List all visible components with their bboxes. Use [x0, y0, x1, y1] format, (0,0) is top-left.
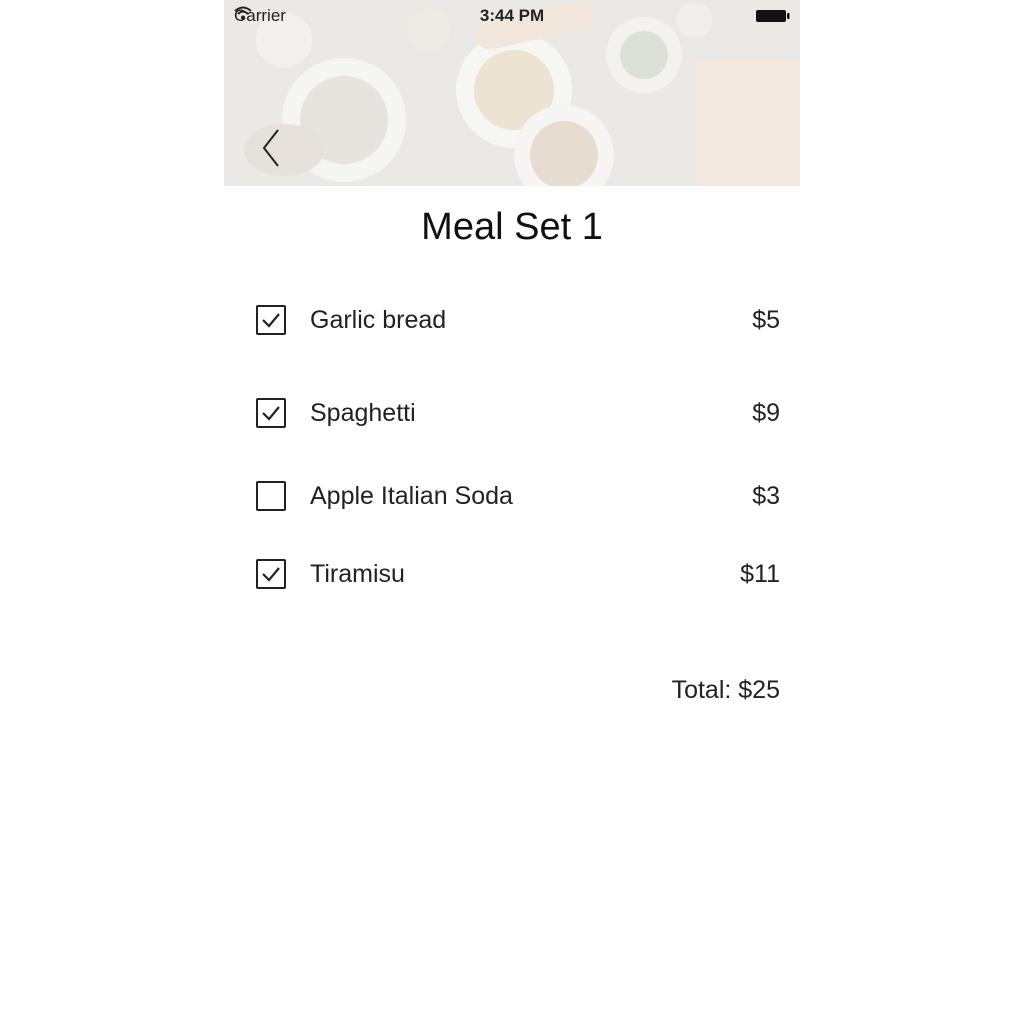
item-price: $5 — [752, 306, 780, 334]
item-checkbox[interactable] — [256, 559, 286, 589]
chevron-left-icon — [262, 129, 279, 167]
header-food-image: Carrier 3:44 PM — [224, 0, 800, 186]
item-name: Tiramisu — [310, 560, 405, 588]
battery-icon — [756, 9, 790, 23]
checkmark-icon — [262, 406, 280, 421]
menu-item-spaghetti[interactable]: Spaghetti $9 — [256, 395, 780, 435]
order-total: Total: $25 — [671, 676, 780, 704]
item-name: Garlic bread — [310, 306, 447, 334]
menu-item-tiramisu[interactable]: Tiramisu $11 — [256, 556, 780, 596]
item-price: $3 — [752, 482, 780, 510]
back-button[interactable] — [256, 126, 286, 170]
app-screen: Carrier 3:44 PM Meal Set 1 Garlic bread … — [224, 0, 800, 1024]
item-checkbox[interactable] — [256, 481, 286, 511]
item-price: $11 — [740, 560, 780, 588]
page-title: Meal Set 1 — [421, 206, 603, 248]
item-price: $9 — [752, 399, 780, 427]
menu-item-apple-italian-soda[interactable]: Apple Italian Soda $3 — [256, 478, 780, 518]
status-bar: Carrier 3:44 PM — [224, 0, 800, 32]
checkmark-icon — [262, 567, 280, 582]
status-time: 3:44 PM — [479, 6, 545, 25]
item-name: Apple Italian Soda — [310, 482, 513, 510]
item-name: Spaghetti — [310, 399, 416, 427]
item-checkbox[interactable] — [256, 398, 286, 428]
menu-item-garlic-bread[interactable]: Garlic bread $5 — [256, 302, 780, 342]
checkmark-icon — [262, 313, 280, 328]
item-checkbox[interactable] — [256, 305, 286, 335]
